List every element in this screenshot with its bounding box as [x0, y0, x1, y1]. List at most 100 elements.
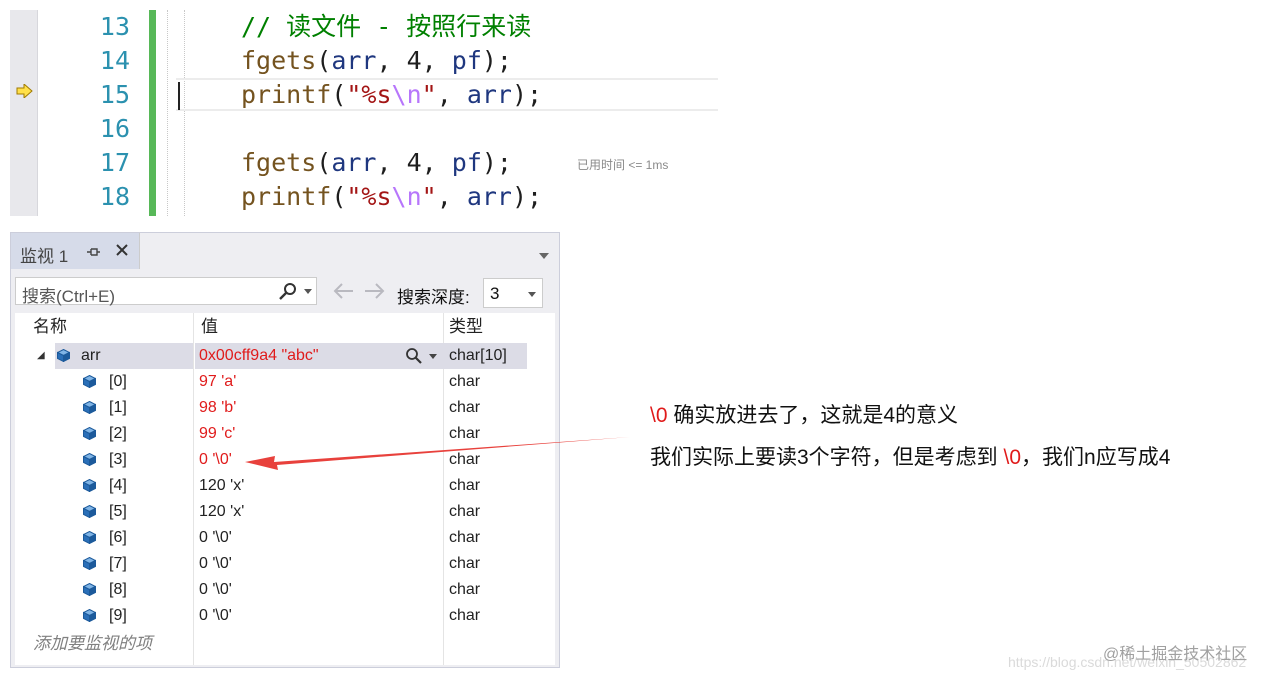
search-next-arrow-icon[interactable]	[363, 281, 387, 301]
code-escape: \n	[391, 182, 422, 211]
watch-row-element[interactable]: [8] 0 '\0' char	[15, 577, 555, 603]
value-cell[interactable]: 120 'x'	[195, 473, 445, 499]
type-cell: char	[445, 421, 527, 447]
line-number: 15	[99, 80, 130, 109]
element-type: char	[449, 503, 481, 520]
code-line[interactable]: 14 fgets(arr, 4, pf);	[10, 44, 718, 78]
panel-menu-chevron-down-icon[interactable]	[539, 253, 549, 259]
search-options-chevron-down-icon[interactable]	[304, 289, 312, 294]
name-cell: [0]	[55, 369, 193, 395]
watch-row-element[interactable]: [3] 0 '\0' char	[15, 447, 555, 473]
variable-type: char[10]	[449, 347, 507, 364]
variable-cube-icon	[83, 505, 96, 518]
element-index: [2]	[109, 425, 127, 442]
watch-row-element[interactable]: [7] 0 '\0' char	[15, 551, 555, 577]
search-previous-arrow-icon[interactable]	[331, 281, 355, 301]
element-value: 0 '\0'	[199, 581, 232, 598]
code-punct: ,	[421, 46, 452, 75]
code-text: printf("%s\n", arr);	[241, 78, 542, 112]
search-depth-value: 3	[490, 284, 500, 303]
name-cell: [9]	[55, 603, 193, 629]
column-header-type[interactable]: 类型	[449, 313, 483, 341]
pin-icon[interactable]	[87, 247, 100, 257]
element-value: 97 'a'	[199, 373, 237, 390]
element-value: 120 'x'	[199, 477, 245, 494]
line-number: 14	[99, 46, 130, 75]
code-punct: ,	[421, 148, 452, 177]
code-number: 4	[406, 46, 422, 75]
watch-row-element[interactable]: [9] 0 '\0' char	[15, 603, 555, 629]
element-index: [3]	[109, 451, 127, 468]
element-type: char	[449, 399, 481, 416]
code-line-current[interactable]: 15 printf("%s\n", arr); 已用时间 <= 1ms	[10, 78, 718, 172]
variable-cube-icon	[83, 609, 96, 622]
element-type: char	[449, 425, 481, 442]
code-variable: pf	[451, 148, 482, 177]
code-editor[interactable]: 13 // 读文件 - 按照行来读 14 fgets(arr, 4, pf); …	[10, 10, 718, 216]
value-cell[interactable]: 0 '\0'	[195, 577, 445, 603]
code-line[interactable]: 18 printf("%s\n", arr);	[10, 180, 718, 214]
code-text: // 读文件 - 按照行来读	[241, 10, 531, 44]
chevron-down-icon	[528, 292, 536, 297]
code-punct: );	[511, 182, 543, 211]
watch-search-input[interactable]: 搜索(Ctrl+E)	[15, 277, 317, 306]
code-variable: arr	[331, 46, 377, 75]
value-cell[interactable]: 97 'a'	[195, 369, 445, 395]
line-number: 13	[99, 12, 130, 41]
value-cell[interactable]: 120 'x'	[195, 499, 445, 525]
value-cell[interactable]: 0 '\0'	[195, 603, 445, 629]
column-header-name[interactable]: 名称	[33, 313, 67, 341]
watch-row-parent[interactable]: ◢ arr 0x00cff9a4 "abc" char[10]	[15, 343, 555, 369]
variable-cube-icon	[83, 583, 96, 596]
visualizer-chevron-down-icon[interactable]	[429, 354, 437, 359]
code-string: "	[421, 80, 437, 109]
watch-row-element[interactable]: [0] 97 'a' char	[15, 369, 555, 395]
code-line[interactable]: 16	[10, 112, 718, 146]
type-cell: char[10]	[445, 343, 527, 369]
name-cell: [7]	[55, 551, 193, 577]
column-header-value[interactable]: 值	[201, 313, 218, 341]
element-type: char	[449, 581, 481, 598]
variable-cube-icon	[83, 557, 96, 570]
watch-row-element[interactable]: [2] 99 'c' char	[15, 421, 555, 447]
watch-row-element[interactable]: [4] 120 'x' char	[15, 473, 555, 499]
value-cell[interactable]: 99 'c'	[195, 421, 445, 447]
code-variable: arr	[331, 148, 377, 177]
name-cell: [4]	[55, 473, 193, 499]
element-value: 0 '\0'	[199, 529, 232, 546]
close-icon[interactable]	[115, 243, 129, 257]
name-cell: [3]	[55, 447, 193, 473]
element-type: char	[449, 477, 481, 494]
watch-tab[interactable]: 监视 1	[11, 233, 140, 269]
value-cell[interactable]: 0 '\0'	[195, 525, 445, 551]
watch-row-element[interactable]: [5] 120 'x' char	[15, 499, 555, 525]
value-cell[interactable]: 98 'b'	[195, 395, 445, 421]
watch-panel: 监视 1 搜索(Ctrl+E) 搜索深度: 3 名称 值 类型 ◢ arr 0x…	[10, 232, 560, 668]
value-cell[interactable]: 0 '\0'	[195, 447, 445, 473]
type-cell: char	[445, 551, 527, 577]
variable-name: arr	[81, 347, 101, 364]
watch-row-element[interactable]: [1] 98 'b' char	[15, 395, 555, 421]
variable-cube-icon	[83, 453, 96, 466]
collapse-triangle-icon[interactable]: ◢	[37, 343, 45, 369]
code-string: "%s	[346, 182, 392, 211]
add-watch-item[interactable]: 添加要监视的项	[33, 629, 152, 654]
value-cell[interactable]: 0 '\0'	[195, 551, 445, 577]
code-line[interactable]: 17 fgets(arr, 4, pf);	[10, 146, 718, 180]
code-function: fgets	[241, 46, 317, 75]
code-line[interactable]: 13 // 读文件 - 按照行来读	[10, 10, 718, 44]
type-cell: char	[445, 525, 527, 551]
visualizer-magnify-icon[interactable]	[405, 347, 423, 365]
type-cell: char	[445, 369, 527, 395]
variable-value: 0x00cff9a4 "abc"	[199, 347, 319, 364]
annotation-null-char: \0	[650, 404, 668, 427]
line-number: 18	[99, 182, 130, 211]
search-depth-select[interactable]: 3	[483, 278, 543, 308]
variable-cube-icon	[83, 375, 96, 388]
element-value: 0 '\0'	[199, 555, 232, 572]
code-punct: (	[331, 80, 347, 109]
search-icon[interactable]	[278, 282, 298, 302]
value-cell[interactable]: 0x00cff9a4 "abc"	[195, 343, 445, 369]
watch-row-element[interactable]: [6] 0 '\0' char	[15, 525, 555, 551]
code-punct: );	[511, 80, 543, 109]
